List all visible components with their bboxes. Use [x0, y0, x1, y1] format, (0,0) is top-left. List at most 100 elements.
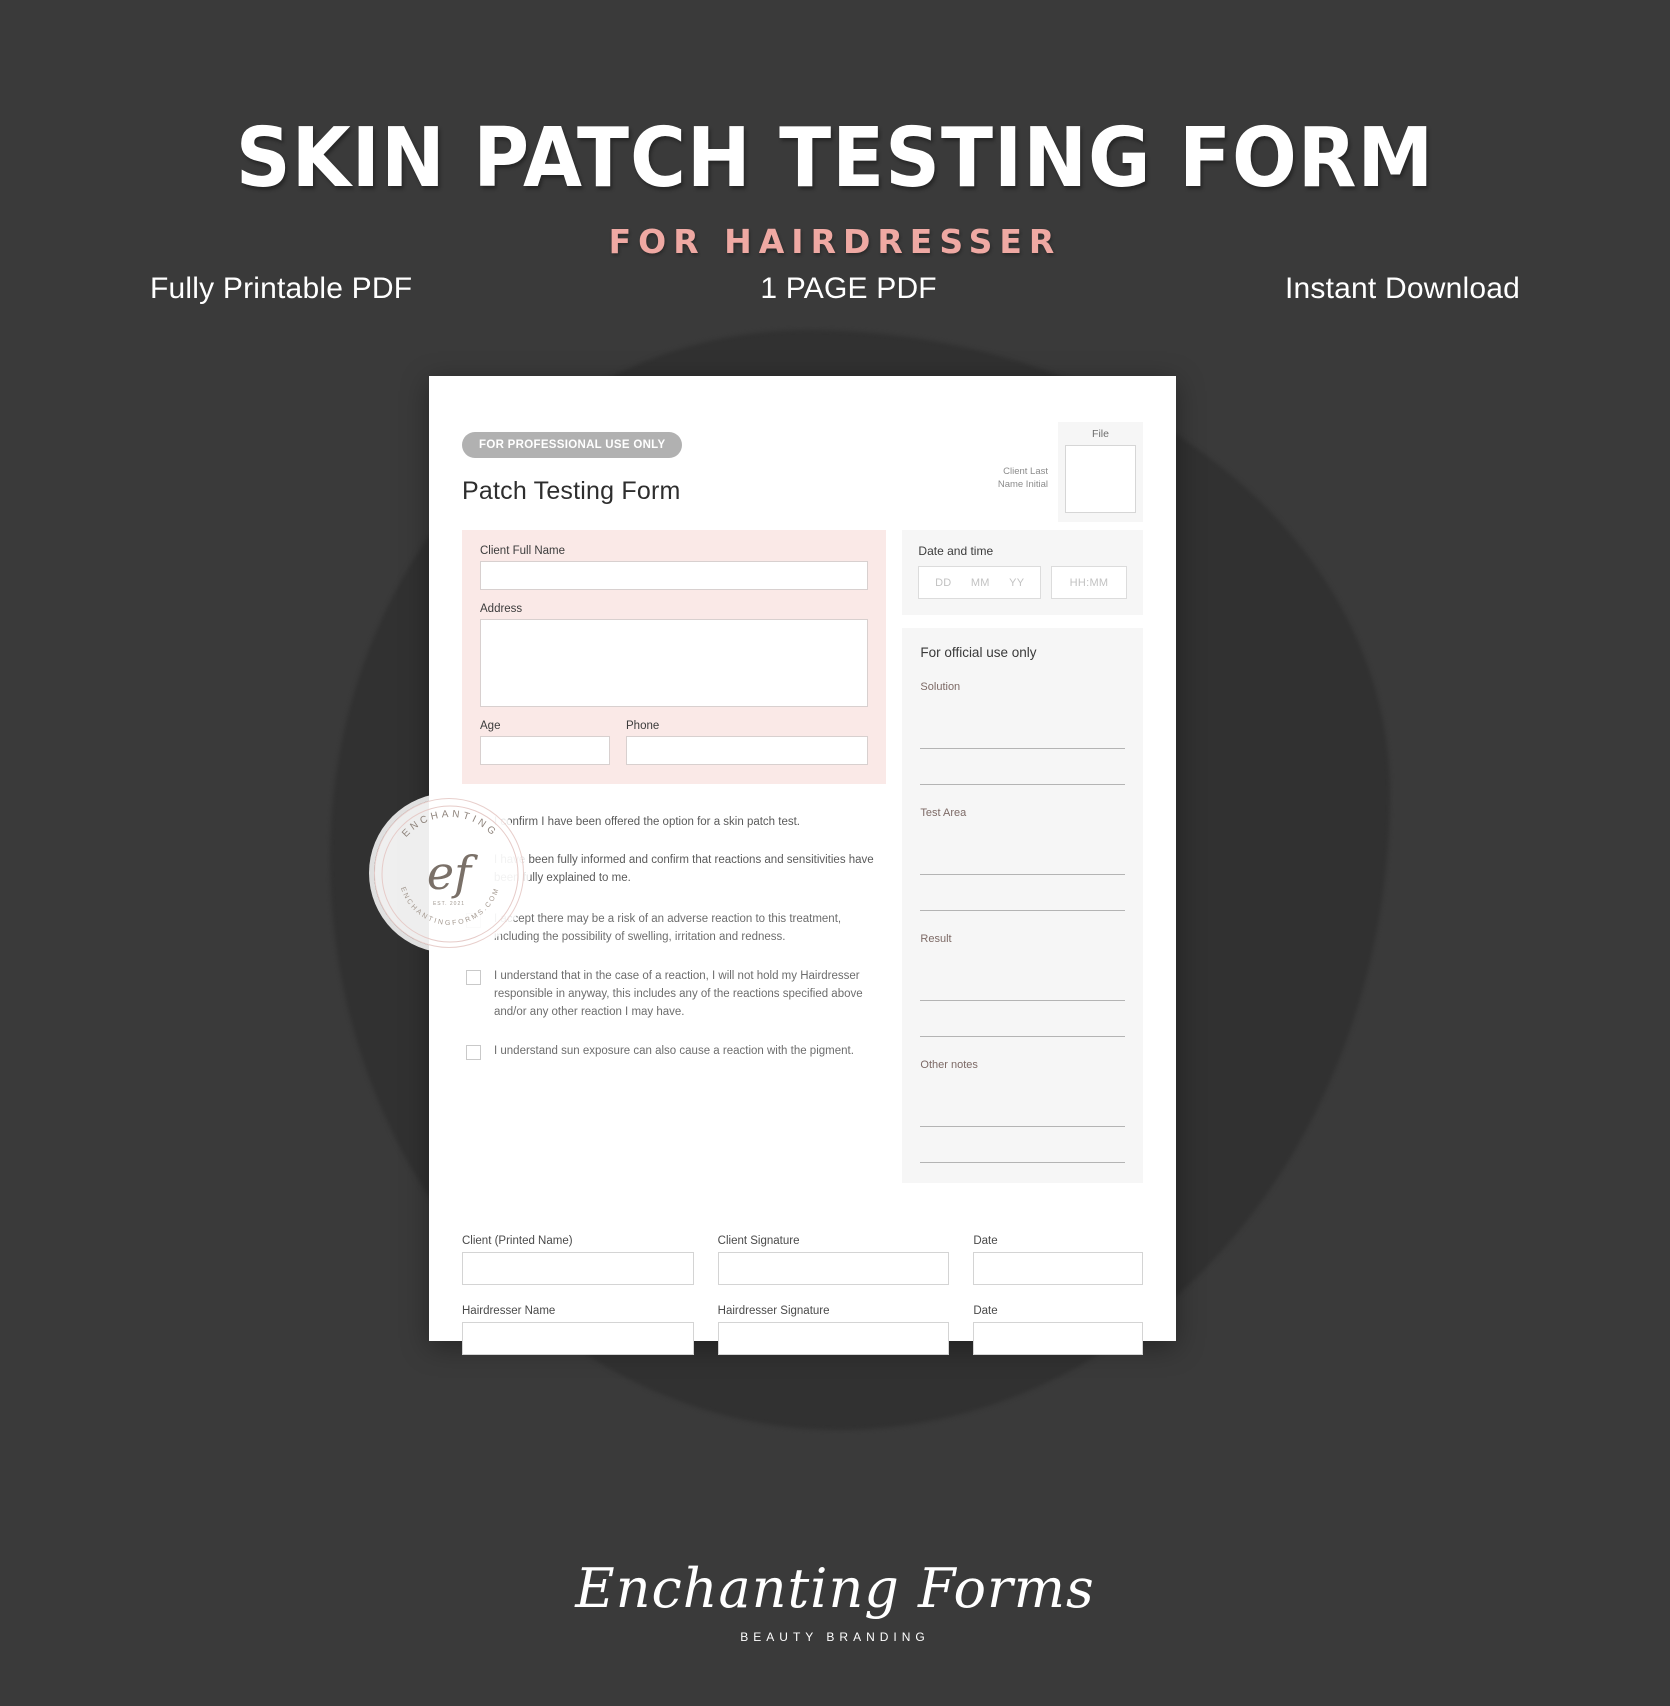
form-header-left: FOR PROFESSIONAL USE ONLY Patch Testing …: [462, 410, 683, 506]
feature-page-count: 1 PAGE PDF: [760, 272, 937, 305]
feature-printable: Fully Printable PDF: [150, 272, 413, 305]
file-label: File: [1092, 428, 1109, 440]
footer-brand: Enchanting Forms BEAUTY BRANDING: [0, 1557, 1670, 1645]
result-line-2[interactable]: [920, 1001, 1125, 1037]
form-sheet: FOR PROFESSIONAL USE ONLY Patch Testing …: [429, 376, 1176, 1355]
client-name-label: Client Full Name: [480, 545, 565, 557]
official-block-result: Result: [920, 933, 1125, 1037]
checkbox-icon[interactable]: [466, 1044, 481, 1060]
form-left-column: Client Full Name Address Age Phone I con…: [462, 530, 887, 1183]
file-drop-area[interactable]: [1065, 445, 1136, 513]
signature-section: Client (Printed Name) Client Signature D…: [462, 1235, 1143, 1355]
client-info-card: Client Full Name Address Age Phone: [462, 530, 887, 784]
consent-item[interactable]: I accept there may be a risk of an adver…: [466, 911, 886, 947]
watermark-seal: ENCHANTING ENCHANTINGFORMS.COM ef EST. 2…: [374, 798, 524, 948]
test-area-label: Test Area: [920, 807, 967, 819]
page-title: Patch Testing Form: [462, 477, 681, 505]
signature-row-hairdresser: Hairdresser Name Hairdresser Signature D…: [462, 1305, 1143, 1355]
client-date-input[interactable]: [973, 1252, 1143, 1285]
hairdresser-signature-label: Hairdresser Signature: [717, 1305, 830, 1317]
brand-name: Enchanting Forms: [575, 1557, 1095, 1620]
age-input[interactable]: [480, 736, 610, 765]
hairdresser-name-input[interactable]: [462, 1322, 694, 1355]
consent-intro-1: I confirm I have been offered the option…: [494, 816, 800, 828]
other-notes-line-2[interactable]: [920, 1127, 1125, 1163]
official-block-solution: Solution: [920, 681, 1125, 785]
age-phone-row: Age Phone: [480, 720, 869, 765]
file-upload-box[interactable]: File: [1058, 422, 1143, 522]
official-block-other-notes: Other notes: [920, 1059, 1125, 1163]
signature-row-client: Client (Printed Name) Client Signature D…: [462, 1235, 1143, 1285]
day-input[interactable]: DD: [935, 577, 952, 589]
consent-section: I confirm I have been offered the option…: [462, 814, 886, 1060]
client-printed-name-input[interactable]: [462, 1252, 694, 1285]
official-use-card: For official use only Solution Test Area…: [902, 628, 1143, 1183]
form-header: FOR PROFESSIONAL USE ONLY Patch Testing …: [462, 410, 1143, 522]
test-area-line-2[interactable]: [920, 875, 1125, 911]
hairdresser-date-group: Date: [973, 1305, 1143, 1355]
feature-list: Fully Printable PDF 1 PAGE PDF Instant D…: [150, 272, 1520, 306]
hairdresser-name-label: Hairdresser Name: [462, 1305, 556, 1317]
client-name-input[interactable]: [480, 561, 869, 590]
promo-title: SKIN PATCH TESTING FORM: [235, 111, 1435, 206]
client-date-group: Date: [973, 1235, 1143, 1285]
address-input[interactable]: [480, 619, 869, 707]
year-input[interactable]: YY: [1009, 577, 1024, 589]
solution-line-2[interactable]: [920, 749, 1125, 785]
client-name-group: Client Full Name: [480, 545, 869, 590]
phone-label: Phone: [626, 720, 660, 732]
hairdresser-name-group: Hairdresser Name: [462, 1305, 694, 1355]
client-printed-name-group: Client (Printed Name): [462, 1235, 694, 1285]
other-notes-label: Other notes: [920, 1059, 978, 1071]
client-date-label: Date: [973, 1235, 998, 1247]
hairdresser-signature-group: Hairdresser Signature: [717, 1305, 950, 1355]
hairdresser-signature-input[interactable]: [717, 1322, 950, 1355]
seal-established-text: EST. 2021: [432, 901, 466, 907]
client-signature-label: Client Signature: [717, 1235, 800, 1247]
form-header-right: Client Last Name Initial File: [986, 410, 1143, 522]
age-group: Age: [480, 720, 610, 765]
age-label: Age: [480, 720, 501, 732]
form-body: Client Full Name Address Age Phone I con…: [462, 530, 1143, 1183]
client-signature-input[interactable]: [717, 1252, 950, 1285]
result-label: Result: [920, 933, 952, 945]
phone-group: Phone: [626, 720, 869, 765]
solution-line-1[interactable]: [920, 713, 1125, 749]
address-group: Address: [480, 603, 869, 707]
official-use-title: For official use only: [920, 645, 1037, 660]
hairdresser-date-input[interactable]: [973, 1322, 1143, 1355]
feature-instant-download: Instant Download: [1284, 272, 1520, 305]
consent-item[interactable]: I understand sun exposure can also cause…: [466, 1043, 886, 1061]
client-printed-name-label: Client (Printed Name): [462, 1235, 573, 1247]
svg-text:ENCHANTING: ENCHANTING: [400, 809, 500, 840]
result-line-1[interactable]: [920, 965, 1125, 1001]
time-input[interactable]: HH:MM: [1051, 566, 1127, 599]
consent-item-text: I accept there may be a risk of an adver…: [494, 913, 842, 944]
solution-label: Solution: [920, 681, 961, 693]
date-input-group[interactable]: DD MM YY: [918, 566, 1041, 599]
datetime-title: Date and time: [918, 544, 994, 558]
test-area-line-1[interactable]: [920, 839, 1125, 875]
datetime-card: Date and time DD MM YY HH:MM: [902, 530, 1143, 615]
other-notes-line-1[interactable]: [920, 1091, 1125, 1127]
time-placeholder: HH:MM: [1069, 576, 1109, 589]
brand-tagline: BEAUTY BRANDING: [740, 1630, 930, 1644]
month-input[interactable]: MM: [971, 577, 990, 589]
client-last-name-initial-label: Client Last Name Initial: [997, 466, 1048, 490]
promo-subtitle: FOR HAIRDRESSER: [608, 222, 1062, 261]
seal-arc-text-icon: ENCHANTING ENCHANTINGFORMS.COM: [381, 805, 519, 943]
address-label: Address: [480, 603, 523, 615]
form-right-column: Date and time DD MM YY HH:MM For officia…: [902, 530, 1143, 1183]
consent-item-text: I understand sun exposure can also cause…: [494, 1044, 854, 1057]
promo-header: SKIN PATCH TESTING FORM FOR HAIRDRESSER: [0, 0, 1670, 262]
phone-input[interactable]: [626, 736, 869, 765]
hairdresser-date-label: Date: [973, 1305, 998, 1317]
consent-intro-2: I have been fully informed and confirm t…: [494, 853, 874, 884]
official-block-test-area: Test Area: [920, 807, 1125, 911]
consent-item[interactable]: I understand that in the case of a react…: [466, 968, 886, 1021]
seal-arc-top: ENCHANTING: [400, 809, 496, 840]
professional-use-badge: FOR PROFESSIONAL USE ONLY: [462, 432, 683, 458]
client-signature-group: Client Signature: [717, 1235, 950, 1285]
datetime-row: DD MM YY HH:MM: [918, 566, 1127, 599]
checkbox-icon[interactable]: [466, 970, 481, 986]
